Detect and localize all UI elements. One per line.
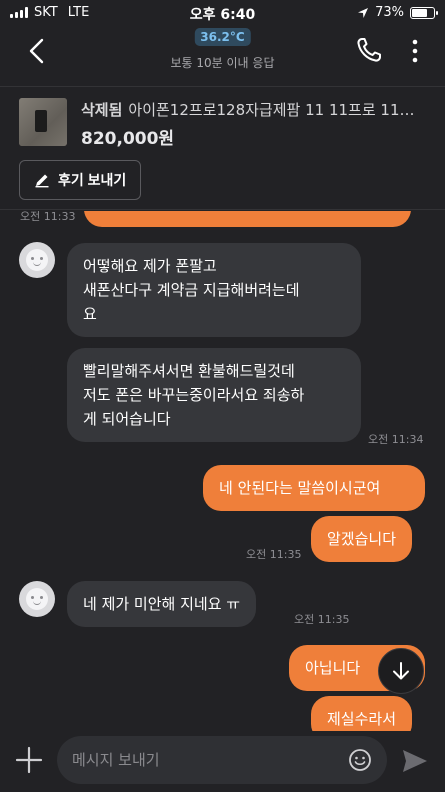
message-timestamp: 오전 11:35	[246, 548, 302, 561]
chat-bubble-incoming: 어떻해요 제가 폰팔고 새폰산다구 계약금 지급해버려는데 요	[67, 243, 361, 337]
message-input-bar	[0, 731, 445, 792]
chat-header: 36.2°C 보통 10분 이내 응답	[0, 26, 445, 78]
chat-bubble-outgoing	[84, 211, 411, 227]
product-thumbnail[interactable]	[19, 98, 67, 146]
scroll-to-bottom-button[interactable]	[378, 648, 424, 694]
product-title: 아이폰12프로128자급제팜 11 11프로 11프로맥스	[128, 101, 421, 119]
arrow-down-icon	[393, 662, 409, 680]
avatar[interactable]	[19, 242, 55, 278]
message-input[interactable]	[57, 736, 387, 784]
plus-icon[interactable]	[14, 745, 44, 775]
send-icon[interactable]	[401, 748, 429, 774]
product-price: 820,000원	[81, 129, 175, 149]
send-review-button[interactable]: 후기 보내기	[19, 160, 142, 200]
send-review-label: 후기 보내기	[58, 172, 127, 188]
manner-temperature-badge: 36.2°C	[194, 28, 251, 46]
phone-icon[interactable]	[355, 36, 383, 64]
status-bar: SKT LTE 오후 6:40 73%	[0, 0, 445, 26]
product-card[interactable]: 삭제됨 아이폰12프로128자급제팜 11 11프로 11프로맥스 820,000…	[0, 86, 445, 210]
chat-bubble-incoming: 네 제가 미안해 지네요 ㅠ	[67, 581, 257, 627]
chat-bubble-outgoing: 제실수라서	[311, 696, 413, 731]
battery-icon	[410, 6, 438, 19]
more-options-icon[interactable]	[411, 38, 419, 64]
message-timestamp: 오전 11:34	[368, 433, 424, 446]
message-timestamp: 오전 11:33	[20, 211, 76, 223]
message-timestamp: 오전 11:35	[294, 613, 350, 626]
location-arrow-icon	[358, 7, 369, 18]
chat-bubble-outgoing: 네 안된다는 말씀이시군여	[203, 465, 425, 511]
chat-bubble-outgoing: 알겠습니다	[311, 516, 413, 562]
product-status: 삭제됨	[81, 101, 123, 119]
battery-percent: 73%	[375, 5, 404, 20]
pencil-icon	[35, 174, 49, 188]
chat-bubble-incoming: 빨리말해주셔서면 환불해드릴것데 저도 폰은 바꾸는중이라서요 죄송하 게 되어…	[67, 348, 361, 442]
avatar[interactable]	[19, 581, 55, 617]
emoji-icon[interactable]	[348, 748, 372, 772]
chat-messages[interactable]: 오전 11:33 어떻해요 제가 폰팔고 새폰산다구 계약금 지급해버려는데 요…	[0, 211, 445, 731]
